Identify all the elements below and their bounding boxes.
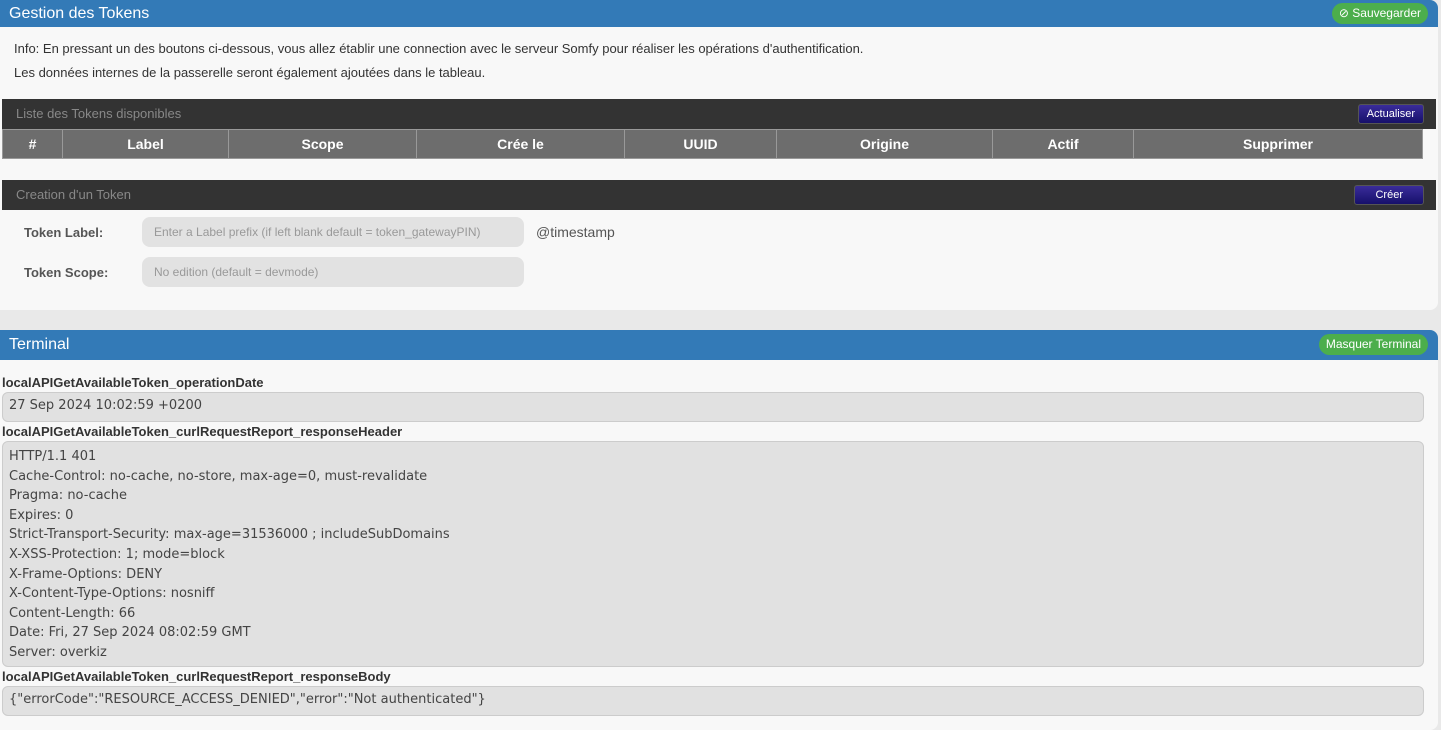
token-label-input[interactable]: Enter a Label prefix (if left blank defa… [142,217,524,247]
save-label: Sauvegarder [1352,6,1421,20]
token-scope-label: Token Scope: [24,264,109,280]
hide-terminal-button[interactable]: Masquer Terminal [1318,334,1428,355]
token-list-bar: Liste des Tokens disponibles Actualiser [2,99,1436,129]
info-line: Les données internes de la passerelle se… [14,65,486,80]
save-button[interactable]: ⊘ Sauvegarder [1331,3,1428,24]
create-title: Creation d'un Token [16,187,131,202]
create-button[interactable]: Créer [1354,185,1424,205]
field-label: localAPIGetAvailableToken_curlRequestRep… [2,669,391,684]
info-text: Info: En pressant un des boutons ci-dess… [0,27,1438,85]
col-header: Supprimer [1133,129,1423,159]
col-header: UUID [624,129,777,159]
terminal-header: Terminal Masquer Terminal [0,330,1438,360]
col-header: Origine [776,129,993,159]
response-header-textarea[interactable]: HTTP/1.1 401 Cache-Control: no-cache, no… [2,441,1424,667]
col-header: Scope [228,129,417,159]
token-label-label: Token Label: [24,224,104,240]
col-header: Crée le [416,129,625,159]
field-label: localAPIGetAvailableToken_operationDate [2,375,264,390]
info-line: Info: En pressant un des boutons ci-dess… [14,41,864,56]
tokens-header: Gestion des Tokens ⊘ Sauvegarder [0,0,1438,27]
terminal-panel: Terminal Masquer Terminal localAPIGetAva… [0,330,1438,730]
refresh-button[interactable]: Actualiser [1357,104,1424,124]
tokens-table: # Label Scope Crée le UUID Origine Actif… [2,129,1423,159]
panel-title: Gestion des Tokens [9,5,150,22]
col-header: Actif [992,129,1134,159]
col-header: Label [62,129,229,159]
col-header: # [2,129,63,159]
create-token-bar: Creation d'un Token Créer [2,180,1436,210]
panel-title: Terminal [9,336,70,353]
operation-date-textarea[interactable]: 27 Sep 2024 10:02:59 +0200 [2,392,1424,422]
timestamp-suffix: @timestamp [536,224,615,240]
token-scope-input[interactable]: No edition (default = devmode) [142,257,524,287]
tokens-panel: Gestion des Tokens ⊘ Sauvegarder Info: E… [0,0,1438,310]
field-label: localAPIGetAvailableToken_curlRequestRep… [2,424,403,439]
check-circle-icon: ⊘ [1338,6,1349,20]
response-body-textarea[interactable]: {"errorCode":"RESOURCE_ACCESS_DENIED","e… [2,686,1424,716]
list-title: Liste des Tokens disponibles [16,106,182,121]
